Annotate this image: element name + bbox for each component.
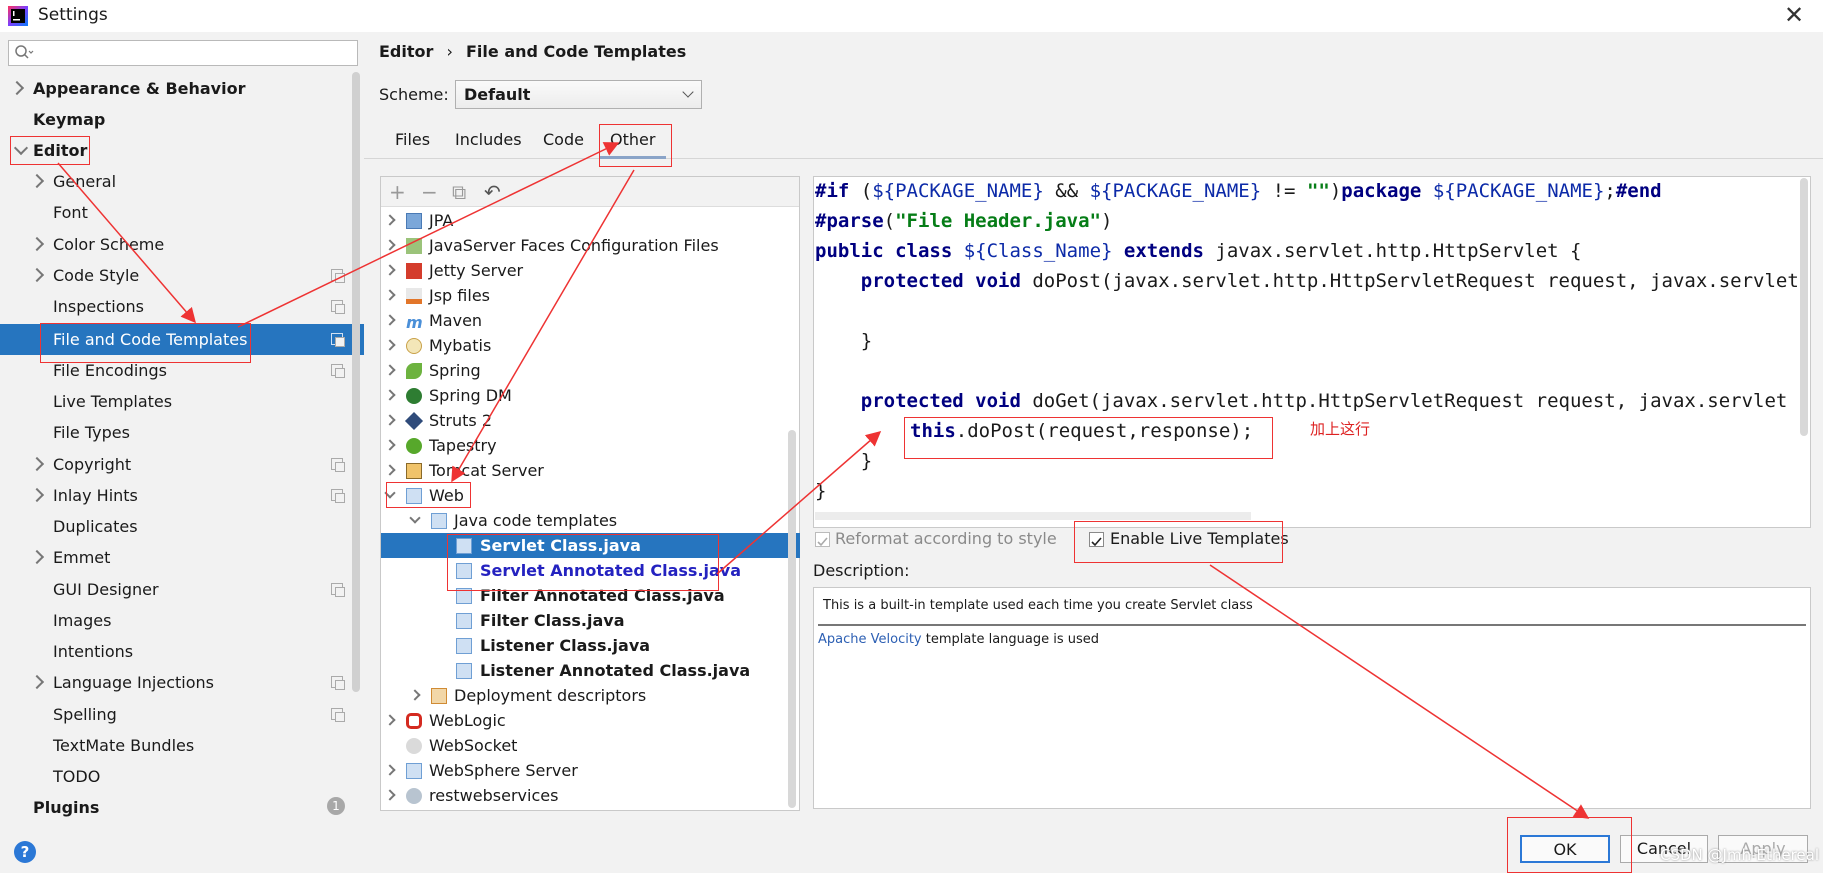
annotation-arrows (57, 142, 1590, 819)
